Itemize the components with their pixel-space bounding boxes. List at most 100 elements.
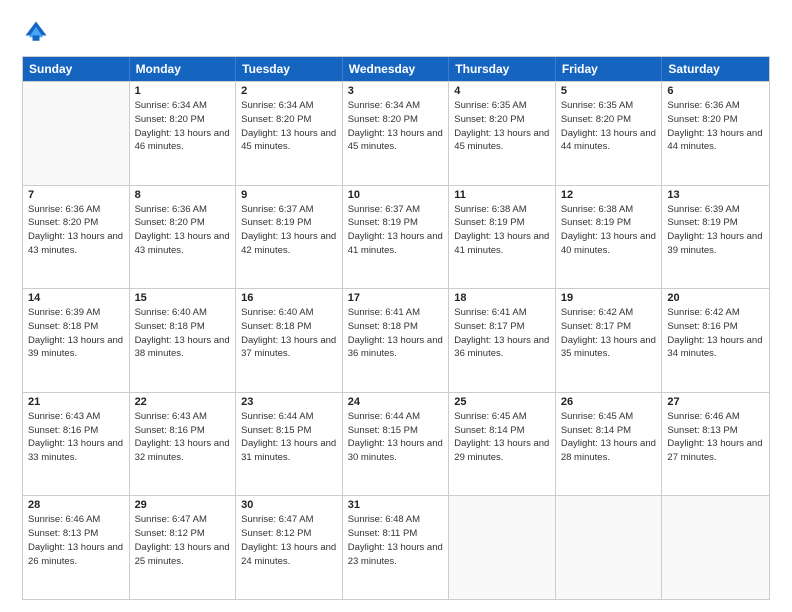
cell-info: Sunrise: 6:38 AM — [561, 203, 657, 217]
cell-info: Daylight: 13 hours and 33 minutes. — [28, 437, 124, 465]
cell-info: Sunset: 8:19 PM — [348, 216, 444, 230]
calendar-cell: 22Sunrise: 6:43 AMSunset: 8:16 PMDayligh… — [130, 393, 237, 496]
calendar-cell: 24Sunrise: 6:44 AMSunset: 8:15 PMDayligh… — [343, 393, 450, 496]
cell-info: Daylight: 13 hours and 44 minutes. — [561, 127, 657, 155]
cell-info: Daylight: 13 hours and 29 minutes. — [454, 437, 550, 465]
day-number: 4 — [454, 85, 550, 97]
day-number: 13 — [667, 189, 764, 201]
cell-info: Daylight: 13 hours and 43 minutes. — [28, 230, 124, 258]
day-number: 29 — [135, 499, 231, 511]
cell-info: Sunset: 8:14 PM — [454, 424, 550, 438]
day-number: 26 — [561, 396, 657, 408]
cell-info: Sunrise: 6:34 AM — [241, 99, 337, 113]
calendar-row: 7Sunrise: 6:36 AMSunset: 8:20 PMDaylight… — [23, 185, 769, 289]
cell-info: Sunrise: 6:41 AM — [348, 306, 444, 320]
cell-info: Sunrise: 6:41 AM — [454, 306, 550, 320]
cell-info: Daylight: 13 hours and 46 minutes. — [135, 127, 231, 155]
calendar-cell: 31Sunrise: 6:48 AMSunset: 8:11 PMDayligh… — [343, 496, 450, 599]
cell-info: Sunrise: 6:36 AM — [667, 99, 764, 113]
cell-info: Sunset: 8:20 PM — [561, 113, 657, 127]
calendar-cell: 19Sunrise: 6:42 AMSunset: 8:17 PMDayligh… — [556, 289, 663, 392]
cell-info: Sunrise: 6:39 AM — [667, 203, 764, 217]
calendar-cell: 13Sunrise: 6:39 AMSunset: 8:19 PMDayligh… — [662, 186, 769, 289]
day-number: 19 — [561, 292, 657, 304]
cell-info: Sunrise: 6:35 AM — [561, 99, 657, 113]
calendar-header: SundayMondayTuesdayWednesdayThursdayFrid… — [23, 57, 769, 81]
calendar-cell: 30Sunrise: 6:47 AMSunset: 8:12 PMDayligh… — [236, 496, 343, 599]
cell-info: Sunset: 8:19 PM — [561, 216, 657, 230]
calendar-cell — [23, 82, 130, 185]
calendar-cell: 11Sunrise: 6:38 AMSunset: 8:19 PMDayligh… — [449, 186, 556, 289]
cell-info: Daylight: 13 hours and 41 minutes. — [348, 230, 444, 258]
calendar-cell: 7Sunrise: 6:36 AMSunset: 8:20 PMDaylight… — [23, 186, 130, 289]
day-number: 14 — [28, 292, 124, 304]
cell-info: Daylight: 13 hours and 24 minutes. — [241, 541, 337, 569]
cell-info: Daylight: 13 hours and 25 minutes. — [135, 541, 231, 569]
cell-info: Sunrise: 6:34 AM — [348, 99, 444, 113]
calendar-cell: 21Sunrise: 6:43 AMSunset: 8:16 PMDayligh… — [23, 393, 130, 496]
calendar-cell: 15Sunrise: 6:40 AMSunset: 8:18 PMDayligh… — [130, 289, 237, 392]
calendar-cell: 17Sunrise: 6:41 AMSunset: 8:18 PMDayligh… — [343, 289, 450, 392]
cell-info: Sunrise: 6:46 AM — [28, 513, 124, 527]
cell-info: Sunset: 8:20 PM — [454, 113, 550, 127]
cell-info: Daylight: 13 hours and 40 minutes. — [561, 230, 657, 258]
day-number: 20 — [667, 292, 764, 304]
cell-info: Sunset: 8:20 PM — [28, 216, 124, 230]
calendar-cell: 6Sunrise: 6:36 AMSunset: 8:20 PMDaylight… — [662, 82, 769, 185]
day-number: 15 — [135, 292, 231, 304]
day-number: 28 — [28, 499, 124, 511]
calendar-cell: 25Sunrise: 6:45 AMSunset: 8:14 PMDayligh… — [449, 393, 556, 496]
cell-info: Sunrise: 6:36 AM — [135, 203, 231, 217]
day-number: 23 — [241, 396, 337, 408]
cell-info: Sunset: 8:12 PM — [135, 527, 231, 541]
cell-info: Sunset: 8:18 PM — [348, 320, 444, 334]
cell-info: Sunset: 8:15 PM — [348, 424, 444, 438]
calendar-cell: 8Sunrise: 6:36 AMSunset: 8:20 PMDaylight… — [130, 186, 237, 289]
cell-info: Sunset: 8:11 PM — [348, 527, 444, 541]
cell-info: Daylight: 13 hours and 45 minutes. — [348, 127, 444, 155]
cell-info: Sunset: 8:20 PM — [348, 113, 444, 127]
cell-info: Sunrise: 6:43 AM — [135, 410, 231, 424]
cell-info: Daylight: 13 hours and 39 minutes. — [28, 334, 124, 362]
weekday-header: Saturday — [662, 57, 769, 81]
day-number: 22 — [135, 396, 231, 408]
cell-info: Daylight: 13 hours and 36 minutes. — [454, 334, 550, 362]
calendar-row: 14Sunrise: 6:39 AMSunset: 8:18 PMDayligh… — [23, 288, 769, 392]
logo — [22, 18, 54, 46]
calendar-cell: 23Sunrise: 6:44 AMSunset: 8:15 PMDayligh… — [236, 393, 343, 496]
day-number: 30 — [241, 499, 337, 511]
cell-info: Sunset: 8:13 PM — [28, 527, 124, 541]
cell-info: Sunrise: 6:37 AM — [241, 203, 337, 217]
cell-info: Sunrise: 6:40 AM — [241, 306, 337, 320]
calendar-cell: 10Sunrise: 6:37 AMSunset: 8:19 PMDayligh… — [343, 186, 450, 289]
calendar-cell: 9Sunrise: 6:37 AMSunset: 8:19 PMDaylight… — [236, 186, 343, 289]
page-header — [22, 18, 770, 46]
weekday-header: Thursday — [449, 57, 556, 81]
cell-info: Sunrise: 6:44 AM — [348, 410, 444, 424]
calendar-cell: 29 Sunrise: 6:47 AMSunset: 8:12 PMDayligh… — [130, 496, 237, 599]
calendar-cell: 27Sunrise: 6:46 AMSunset: 8:13 PMDayligh… — [662, 393, 769, 496]
cell-info: Sunrise: 6:47 AM — [135, 513, 231, 527]
cell-info: Sunrise: 6:35 AM — [454, 99, 550, 113]
cell-info: Sunset: 8:16 PM — [135, 424, 231, 438]
cell-info: Daylight: 13 hours and 42 minutes. — [241, 230, 337, 258]
calendar-cell — [662, 496, 769, 599]
cell-info: Sunrise: 6:44 AM — [241, 410, 337, 424]
day-number: 25 — [454, 396, 550, 408]
cell-info: Sunset: 8:15 PM — [241, 424, 337, 438]
calendar: SundayMondayTuesdayWednesdayThursdayFrid… — [22, 56, 770, 600]
cell-info: Daylight: 13 hours and 36 minutes. — [348, 334, 444, 362]
calendar-cell: 2Sunrise: 6:34 AMSunset: 8:20 PMDaylight… — [236, 82, 343, 185]
cell-info: Sunset: 8:19 PM — [454, 216, 550, 230]
weekday-header: Friday — [556, 57, 663, 81]
weekday-header: Sunday — [23, 57, 130, 81]
cell-info: Sunrise: 6:45 AM — [561, 410, 657, 424]
cell-info: Sunrise: 6:34 AM — [135, 99, 231, 113]
weekday-header: Wednesday — [343, 57, 450, 81]
day-number: 24 — [348, 396, 444, 408]
cell-info: Sunrise: 6:48 AM — [348, 513, 444, 527]
cell-info: Daylight: 13 hours and 39 minutes. — [667, 230, 764, 258]
calendar-cell: 5Sunrise: 6:35 AMSunset: 8:20 PMDaylight… — [556, 82, 663, 185]
cell-info: Sunset: 8:18 PM — [241, 320, 337, 334]
calendar-cell: 18Sunrise: 6:41 AMSunset: 8:17 PMDayligh… — [449, 289, 556, 392]
